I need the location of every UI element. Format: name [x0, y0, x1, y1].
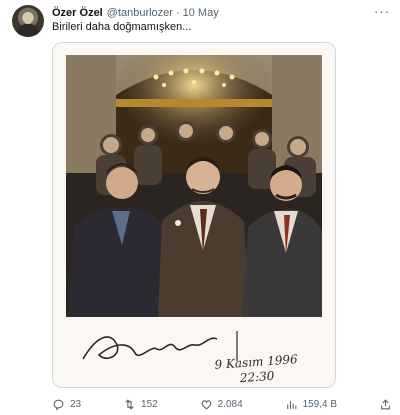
- tweet-text: Birileri daha doğmamışken...: [52, 21, 192, 33]
- views-count: 159,4 B: [302, 398, 338, 410]
- tweet-media[interactable]: 9 Kasım 1996 22:30: [52, 42, 336, 388]
- reply-count: 23: [70, 398, 82, 410]
- avatar-body: [18, 24, 38, 37]
- author-name[interactable]: Özer Özel: [52, 7, 103, 19]
- action-bar: 23 152 2.084 159,4 B: [52, 396, 392, 412]
- like-count: 2.084: [217, 398, 243, 410]
- author-handle[interactable]: @tanburlozer: [107, 7, 173, 19]
- tweet-date[interactable]: 10 May: [183, 7, 219, 19]
- like-button[interactable]: 2.084: [200, 398, 243, 411]
- retweet-count: 152: [141, 398, 158, 410]
- share-button[interactable]: [379, 398, 392, 411]
- views-button[interactable]: 159,4 B: [285, 398, 337, 411]
- share-icon: [381, 398, 390, 409]
- more-options-icon[interactable]: ···: [374, 4, 390, 19]
- photo: [66, 55, 322, 317]
- polaroid-frame: 9 Kasım 1996 22:30: [53, 43, 335, 387]
- retweet-icon: [125, 398, 134, 410]
- reply-icon: [53, 399, 64, 411]
- author-avatar[interactable]: [12, 5, 44, 37]
- reply-button[interactable]: 23: [52, 398, 81, 411]
- heart-icon: [201, 399, 211, 410]
- photo-illustration: [66, 55, 322, 317]
- views-icon: [286, 400, 296, 409]
- handwritten-note: 9 Kasım 1996 22:30: [214, 352, 299, 387]
- header-separator: ·: [175, 7, 180, 19]
- avatar-face: [23, 12, 33, 24]
- retweet-button[interactable]: 152: [123, 398, 158, 411]
- tweet-header: Özer Özel @tanburlozer · 10 May: [52, 5, 219, 21]
